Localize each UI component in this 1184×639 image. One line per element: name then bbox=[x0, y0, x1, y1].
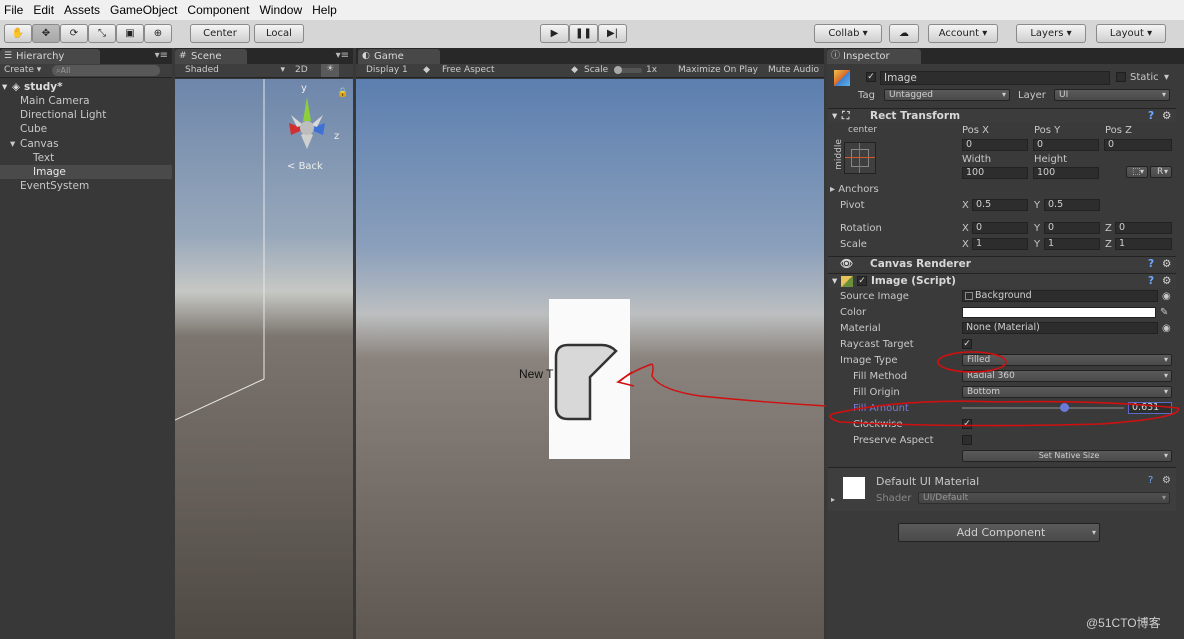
annotation-arrow-line bbox=[619, 363, 653, 382]
annotation-circle-fill-amount bbox=[829, 400, 1180, 427]
annotation-overlay bbox=[616, 351, 1180, 427]
annotation-circle-image-type bbox=[937, 351, 1007, 373]
watermark: @51CTO博客 bbox=[1086, 616, 1161, 630]
annotation-arrow-head bbox=[616, 371, 635, 387]
annotation-connector bbox=[651, 363, 827, 407]
